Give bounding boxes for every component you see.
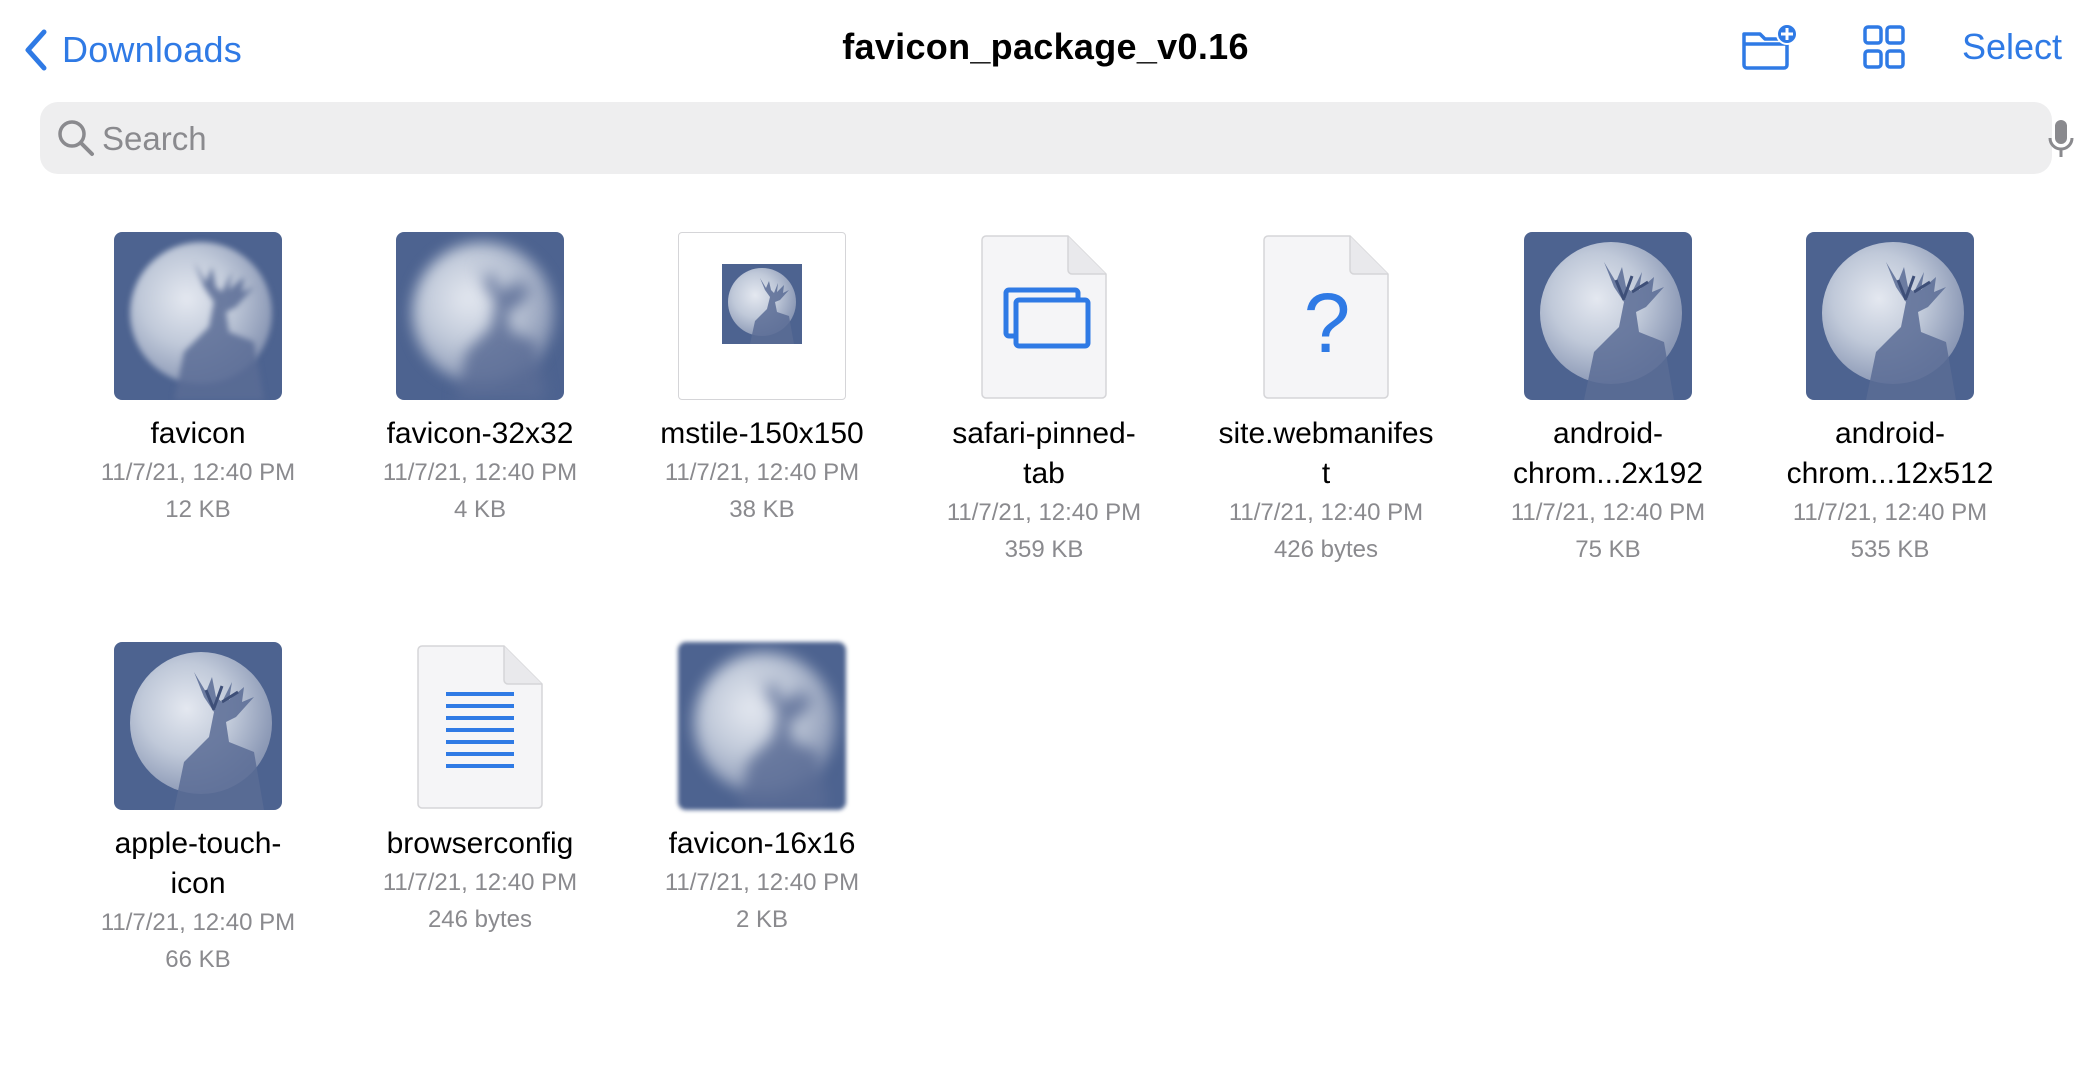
file-size: 2 KB bbox=[735, 906, 789, 933]
file-size: 535 KB bbox=[1850, 536, 1930, 563]
file-name: android-chrom...2x192 bbox=[1512, 417, 1704, 490]
file-item-safari-pinned-tab[interactable]: safari-pinned-tab 11/7/21, 12:40 PM 359 … bbox=[903, 232, 1185, 568]
file-item-mstile-150x150[interactable]: mstile-150x150 11/7/21, 12:40 PM 38 KB bbox=[621, 232, 903, 528]
moon-deer-image bbox=[1806, 232, 1974, 400]
file-name: safari-pinned-tab bbox=[952, 417, 1136, 490]
file-date: 11/7/21, 12:40 PM bbox=[1510, 499, 1706, 526]
file-size: 66 KB bbox=[165, 946, 231, 973]
file-thumbnail bbox=[903, 232, 1185, 402]
moon-deer-image bbox=[396, 232, 564, 400]
moon-deer-image bbox=[1524, 232, 1692, 400]
file-name: android-chrom...12x512 bbox=[1786, 417, 1994, 490]
magnifying-glass-icon bbox=[58, 120, 94, 156]
file-size: 359 KB bbox=[1004, 536, 1084, 563]
moon-deer-image bbox=[678, 642, 846, 810]
text-document-icon bbox=[417, 645, 543, 809]
file-grid: favicon 11/7/21, 12:40 PM 12 KB favicon-… bbox=[0, 232, 2091, 1052]
file-thumbnail bbox=[1467, 232, 1749, 402]
file-date: 11/7/21, 12:40 PM bbox=[100, 909, 296, 936]
file-size: 12 KB bbox=[165, 496, 231, 523]
file-size: 426 bytes bbox=[1273, 536, 1379, 563]
new-folder-button[interactable] bbox=[1740, 22, 1800, 74]
folder-title: favicon_package_v0.16 bbox=[842, 26, 1249, 67]
file-item-favicon-32x32[interactable]: favicon-32x32 11/7/21, 12:40 PM 4 KB bbox=[339, 232, 621, 528]
file-date: 11/7/21, 12:40 PM bbox=[1228, 499, 1424, 526]
file-item-android-chrome-192x192[interactable]: android-chrom...2x192 11/7/21, 12:40 PM … bbox=[1467, 232, 1749, 568]
file-name: mstile-150x150 bbox=[660, 417, 864, 450]
moon-deer-image bbox=[114, 642, 282, 810]
file-item-favicon-16x16[interactable]: favicon-16x16 11/7/21, 12:40 PM 2 KB bbox=[621, 642, 903, 938]
svg-text:?: ? bbox=[1304, 276, 1351, 370]
file-size: 75 KB bbox=[1575, 536, 1641, 563]
file-size: 246 bytes bbox=[427, 906, 533, 933]
file-date: 11/7/21, 12:40 PM bbox=[664, 459, 860, 486]
file-thumbnail bbox=[1749, 232, 2031, 402]
file-name: favicon-16x16 bbox=[668, 827, 856, 860]
file-item-apple-touch-icon[interactable]: apple-touch-icon 11/7/21, 12:40 PM 66 KB bbox=[57, 642, 339, 978]
file-name: favicon-32x32 bbox=[386, 417, 574, 450]
file-thumbnail bbox=[621, 232, 903, 402]
file-date: 11/7/21, 12:40 PM bbox=[382, 459, 578, 486]
back-button[interactable]: Downloads bbox=[22, 26, 242, 74]
file-date: 11/7/21, 12:40 PM bbox=[664, 869, 860, 896]
folder-badge-plus-icon bbox=[1742, 23, 1798, 70]
file-thumbnail: ? bbox=[1185, 232, 1467, 402]
search-bar[interactable] bbox=[40, 102, 2074, 176]
file-size: 4 KB bbox=[453, 496, 507, 523]
view-mode-button[interactable] bbox=[1862, 22, 1906, 74]
unknown-document-icon: ? bbox=[1263, 235, 1389, 399]
file-thumbnail bbox=[339, 232, 621, 402]
file-thumbnail bbox=[621, 642, 903, 812]
search-input[interactable] bbox=[100, 102, 2004, 176]
grid-view-icon bbox=[1863, 25, 1905, 69]
file-thumbnail bbox=[57, 642, 339, 812]
file-item-favicon[interactable]: favicon 11/7/21, 12:40 PM 12 KB bbox=[57, 232, 339, 528]
file-date: 11/7/21, 12:40 PM bbox=[100, 459, 296, 486]
chevron-left-icon bbox=[25, 29, 47, 71]
file-item-browserconfig[interactable]: browserconfig 11/7/21, 12:40 PM 246 byte… bbox=[339, 642, 621, 938]
tile-image bbox=[678, 232, 846, 400]
file-date: 11/7/21, 12:40 PM bbox=[382, 869, 578, 896]
file-date: 11/7/21, 12:40 PM bbox=[1792, 499, 1988, 526]
file-name: browserconfig bbox=[386, 827, 574, 860]
file-name: apple-touch-icon bbox=[114, 827, 282, 900]
svg-document-icon bbox=[981, 235, 1107, 399]
file-name: favicon bbox=[150, 417, 246, 450]
file-thumbnail bbox=[57, 232, 339, 402]
file-item-android-chrome-512x512[interactable]: android-chrom...12x512 11/7/21, 12:40 PM… bbox=[1749, 232, 2031, 568]
file-size: 38 KB bbox=[729, 496, 795, 523]
select-button[interactable]: Select bbox=[1962, 26, 2062, 68]
file-thumbnail bbox=[339, 642, 621, 812]
microphone-icon[interactable] bbox=[2046, 118, 2076, 160]
navigation-bar: Downloads favicon_package_v0.16 Select bbox=[0, 0, 2091, 100]
file-date: 11/7/21, 12:40 PM bbox=[946, 499, 1142, 526]
back-button-label[interactable]: Downloads bbox=[62, 29, 242, 71]
moon-deer-image bbox=[114, 232, 282, 400]
file-name: site.webmanifes t bbox=[1218, 417, 1434, 490]
file-item-site-webmanifest[interactable]: ? site.webmanifes t 11/7/21, 12:40 PM 426… bbox=[1185, 232, 1467, 568]
